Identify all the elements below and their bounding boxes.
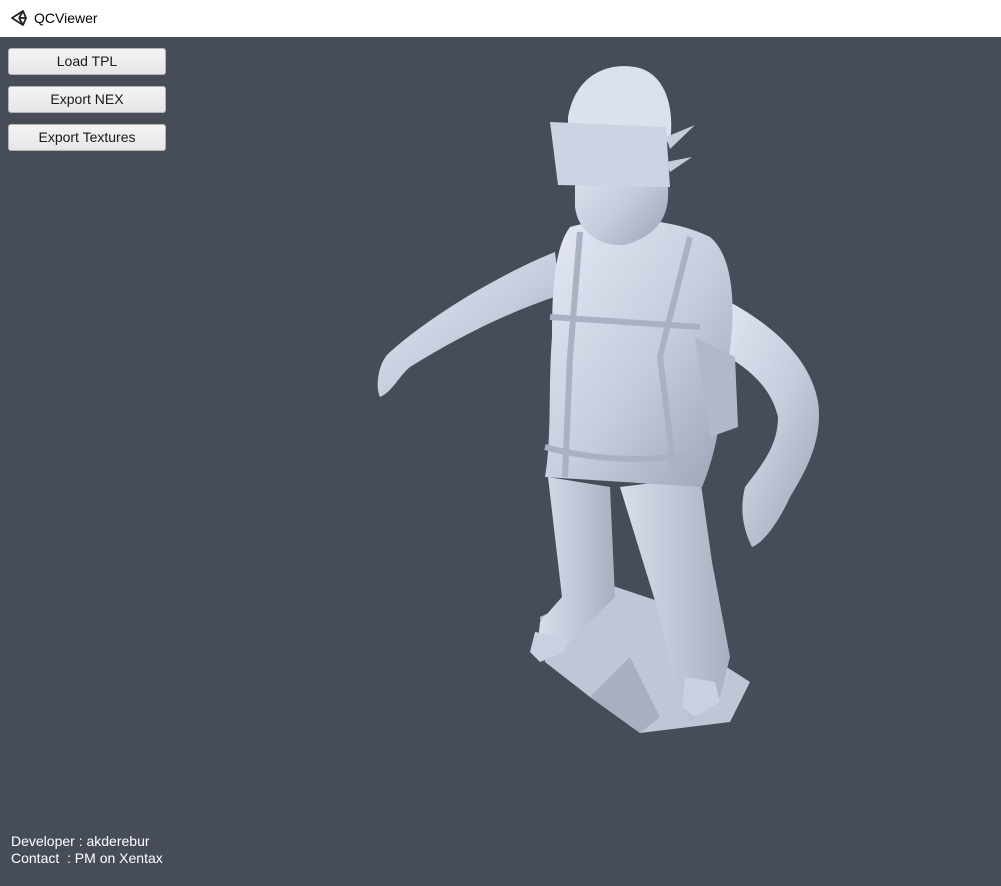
export-textures-button[interactable]: Export Textures: [8, 124, 166, 151]
3d-viewport[interactable]: Load TPL Export NEX Export Textures Deve…: [0, 37, 1001, 886]
character-helmet: [550, 66, 695, 187]
window-title: QCViewer: [34, 10, 98, 26]
character-model[interactable]: [340, 57, 840, 757]
load-tpl-button[interactable]: Load TPL: [8, 48, 166, 75]
window-title-bar: QCViewer: [0, 0, 1001, 37]
character-left-arm: [377, 252, 560, 397]
export-nex-button[interactable]: Export NEX: [8, 86, 166, 113]
credits: Developer : akderebur Contact : PM on Xe…: [11, 833, 163, 867]
unity-logo-icon: [11, 10, 27, 26]
contact-credit: Contact : PM on Xentax: [11, 850, 163, 866]
developer-credit: Developer : akderebur: [11, 833, 150, 849]
toolbar: Load TPL Export NEX Export Textures: [8, 48, 166, 162]
